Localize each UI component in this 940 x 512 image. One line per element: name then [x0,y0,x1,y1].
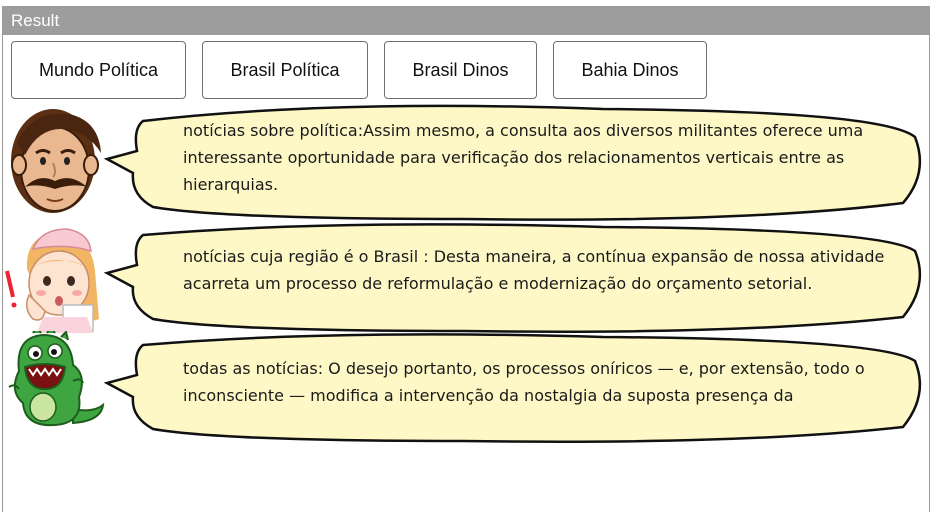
panel-title: Result [3,7,929,35]
bahia-dinos-button[interactable]: Bahia Dinos [553,41,707,99]
green-dinosaur-avatar-icon [8,331,105,427]
message-text: todas as notícias: O desejo portanto, os… [183,359,865,405]
message-text: notícias cuja região é o Brasil : Desta … [183,247,885,293]
message-row: todas as notícias: O desejo portanto, os… [3,331,931,445]
message-text: notícias sobre política:Assim mesmo, a c… [183,121,864,194]
brasil-politica-button[interactable]: Brasil Política [202,41,368,99]
brasil-dinos-button[interactable]: Brasil Dinos [384,41,537,99]
result-panel: Result Mundo Política Brasil Política Br… [2,6,930,512]
man-mustache-avatar-icon [11,109,101,213]
mundo-politica-button[interactable]: Mundo Política [11,41,186,99]
nurse-avatar-icon [5,228,100,333]
message-row: notícias cuja região é o Brasil : Desta … [3,221,931,333]
message-row: notícias sobre política:Assim mesmo, a c… [3,103,931,223]
